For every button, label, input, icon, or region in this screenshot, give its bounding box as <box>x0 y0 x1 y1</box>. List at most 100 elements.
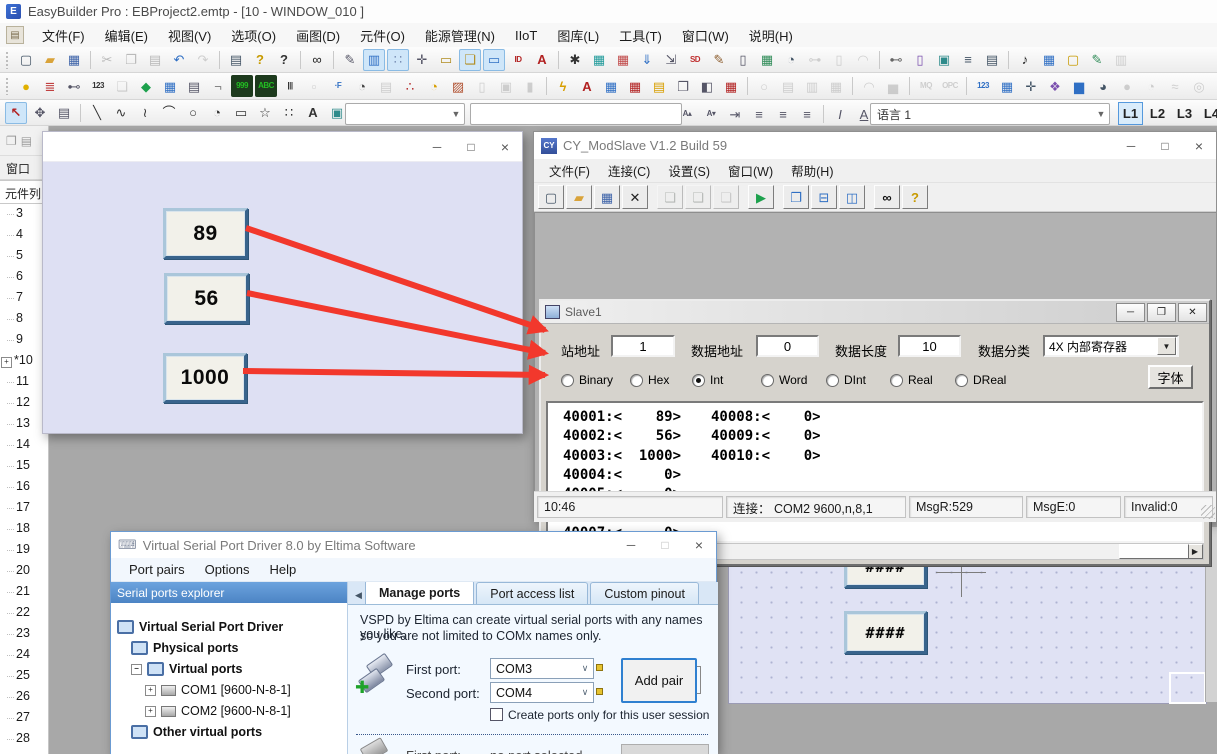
sd-card-icon[interactable]: SD <box>684 49 706 71</box>
text-indent-icon[interactable]: ⇥ <box>724 103 746 125</box>
close-button[interactable]: × <box>1182 132 1216 159</box>
comment-icon[interactable]: ▭ <box>483 49 505 71</box>
radio-circle-icon[interactable] <box>890 374 903 387</box>
select-tool-icon[interactable]: ↖ <box>5 102 27 124</box>
font-smaller-icon[interactable]: A▾ <box>700 103 722 125</box>
switch-monitor-icon[interactable]: ▦ <box>996 75 1018 97</box>
open-project-icon[interactable]: ▰ <box>39 49 61 71</box>
window-tree-item-17[interactable]: ····17 <box>0 500 48 520</box>
recipe-icon[interactable]: ∴ <box>399 75 421 97</box>
window-tree-item-14[interactable]: ····14 <box>0 437 48 457</box>
document-icon[interactable]: ▯ <box>732 49 754 71</box>
function-group-icon[interactable]: ◆ <box>135 75 157 97</box>
polygon-tool-icon[interactable]: ☆ <box>254 102 276 124</box>
align-right-icon[interactable]: ≡ <box>796 103 818 125</box>
new-project-icon[interactable]: ▢ <box>15 49 37 71</box>
radio-circle-icon[interactable] <box>630 374 643 387</box>
radio-circle-icon[interactable] <box>561 374 574 387</box>
menu-s[interactable]: 设置(S) <box>659 159 719 182</box>
maximize-button[interactable]: □ <box>648 532 682 558</box>
radio-word[interactable]: Word <box>761 373 807 387</box>
ms-new-icon[interactable]: ▢ <box>538 185 564 209</box>
window-list-icon[interactable]: ▤ <box>21 134 32 148</box>
dropdown-arrow-icon[interactable]: ▼ <box>1157 337 1176 355</box>
maximize-button[interactable]: □ <box>1148 132 1182 159</box>
vspd-tree-com1[interactable]: +COM1 [9600-N-8-1] <box>145 681 291 699</box>
menu-n[interactable]: 能源管理(N) <box>415 23 505 48</box>
history-table-icon[interactable]: ▦ <box>1212 75 1217 97</box>
numeric-display-icon[interactable]: 999 <box>231 75 253 97</box>
text-color-icon[interactable]: A <box>531 49 553 71</box>
window-tree-item-20[interactable]: ····20 <box>0 563 48 583</box>
layer-button-l1[interactable]: L1 <box>1118 102 1143 125</box>
window-tree-item-12[interactable]: ····12 <box>0 395 48 415</box>
second-port-combo[interactable]: COM4∨ <box>490 682 594 703</box>
window-tree-item-5[interactable]: ····5 <box>0 248 48 268</box>
menu-f[interactable]: 文件(F) <box>32 23 95 48</box>
polyline-tool-icon[interactable]: ≀ <box>134 102 156 124</box>
clock-icon[interactable]: ◔ <box>351 75 373 97</box>
ms-about-icon[interactable]: ? <box>902 185 928 209</box>
ms-find-icon[interactable]: ∞ <box>874 185 900 209</box>
font-button[interactable]: 字体 <box>1148 365 1193 389</box>
station-address-input[interactable]: 1 <box>611 335 675 357</box>
calendar-icon[interactable]: ▦ <box>720 75 742 97</box>
move-element-icon[interactable]: ✛ <box>1020 75 1042 97</box>
font-larger-icon[interactable]: A▴ <box>676 103 698 125</box>
radio-circle-icon[interactable] <box>826 374 839 387</box>
window-tree-item-10[interactable]: +*10 <box>0 353 48 373</box>
undo-icon[interactable]: ↶ <box>168 49 190 71</box>
window-tree-item-23[interactable]: ····23 <box>0 626 48 646</box>
simulated-numeric-element[interactable]: 1000 <box>163 353 247 403</box>
event-display-icon[interactable]: ▦ <box>624 75 646 97</box>
tab-manage-ports[interactable]: Manage ports <box>365 582 474 604</box>
scheduler-icon[interactable]: ◔ <box>423 75 445 97</box>
pen-icon[interactable]: ✎ <box>339 49 361 71</box>
window-tree-item-8[interactable]: ····8 <box>0 311 48 331</box>
restore-button[interactable]: ❐ <box>1147 303 1176 322</box>
group-library-icon[interactable]: ▤ <box>981 49 1003 71</box>
expand-icon[interactable]: + <box>1 357 12 368</box>
bar-graph-icon[interactable]: ▆ <box>1068 75 1090 97</box>
menu-l[interactable]: 图库(L) <box>547 23 609 48</box>
window-tree-item-11[interactable]: ····11 <box>0 374 48 394</box>
macro-editor-icon[interactable]: ▦ <box>1038 49 1060 71</box>
window-tree-item-21[interactable]: ····21 <box>0 584 48 604</box>
layer-button-l2[interactable]: L2 <box>1145 102 1170 125</box>
first-port-combo[interactable]: COM3∨ <box>490 658 594 679</box>
numeric-monitor-icon[interactable]: 123 <box>972 75 994 97</box>
window-tree-item-7[interactable]: ····7 <box>0 290 48 310</box>
menu-portpairs[interactable]: Port pairs <box>119 560 195 579</box>
object-name-field[interactable] <box>470 103 682 125</box>
menu-d[interactable]: 画图(D) <box>286 23 350 48</box>
tab-port-access-list[interactable]: Port access list <box>476 582 588 604</box>
ms-cascade-icon[interactable]: ❐ <box>783 185 809 209</box>
com-plug-icon[interactable]: ⊷ <box>885 49 907 71</box>
save-icon[interactable]: ▦ <box>63 49 85 71</box>
window-tree-item-26[interactable]: ····26 <box>0 689 48 709</box>
radio-int[interactable]: Int <box>692 373 723 387</box>
menu-e[interactable]: 编辑(E) <box>95 23 158 48</box>
snap-icon[interactable]: ✛ <box>411 49 433 71</box>
help-icon[interactable]: ? <box>249 49 271 71</box>
window-copy-icon[interactable]: ❐ <box>6 134 17 148</box>
picture-library-icon[interactable]: ▣ <box>933 49 955 71</box>
id-display-icon[interactable]: ID <box>507 49 529 71</box>
simulated-numeric-element[interactable]: 56 <box>164 273 249 324</box>
window-tree-item-24[interactable]: ····24 <box>0 647 48 667</box>
align-left-icon[interactable]: ≡ <box>748 103 770 125</box>
italic-icon[interactable]: I <box>829 103 851 125</box>
scrollbar-thumb[interactable] <box>1119 544 1189 559</box>
key-element-icon[interactable]: ¬ <box>207 75 229 97</box>
word-lamp-icon[interactable]: ≣ <box>39 75 61 97</box>
curve-tool-icon[interactable]: ∿ <box>110 102 132 124</box>
close-button[interactable]: × <box>488 132 522 161</box>
window-panel-header[interactable]: 窗口 <box>0 156 48 180</box>
radio-binary[interactable]: Binary <box>561 373 613 387</box>
vspd-tree-physical[interactable]: Physical ports <box>131 639 238 657</box>
window-tree-item-3[interactable]: ····3 <box>0 206 48 226</box>
menu-w[interactable]: 窗口(W) <box>672 23 739 48</box>
memo-pad-icon[interactable]: ✎ <box>1086 49 1108 71</box>
radio-hex[interactable]: Hex <box>630 373 669 387</box>
ms-close-doc-icon[interactable]: ✕ <box>622 185 648 209</box>
